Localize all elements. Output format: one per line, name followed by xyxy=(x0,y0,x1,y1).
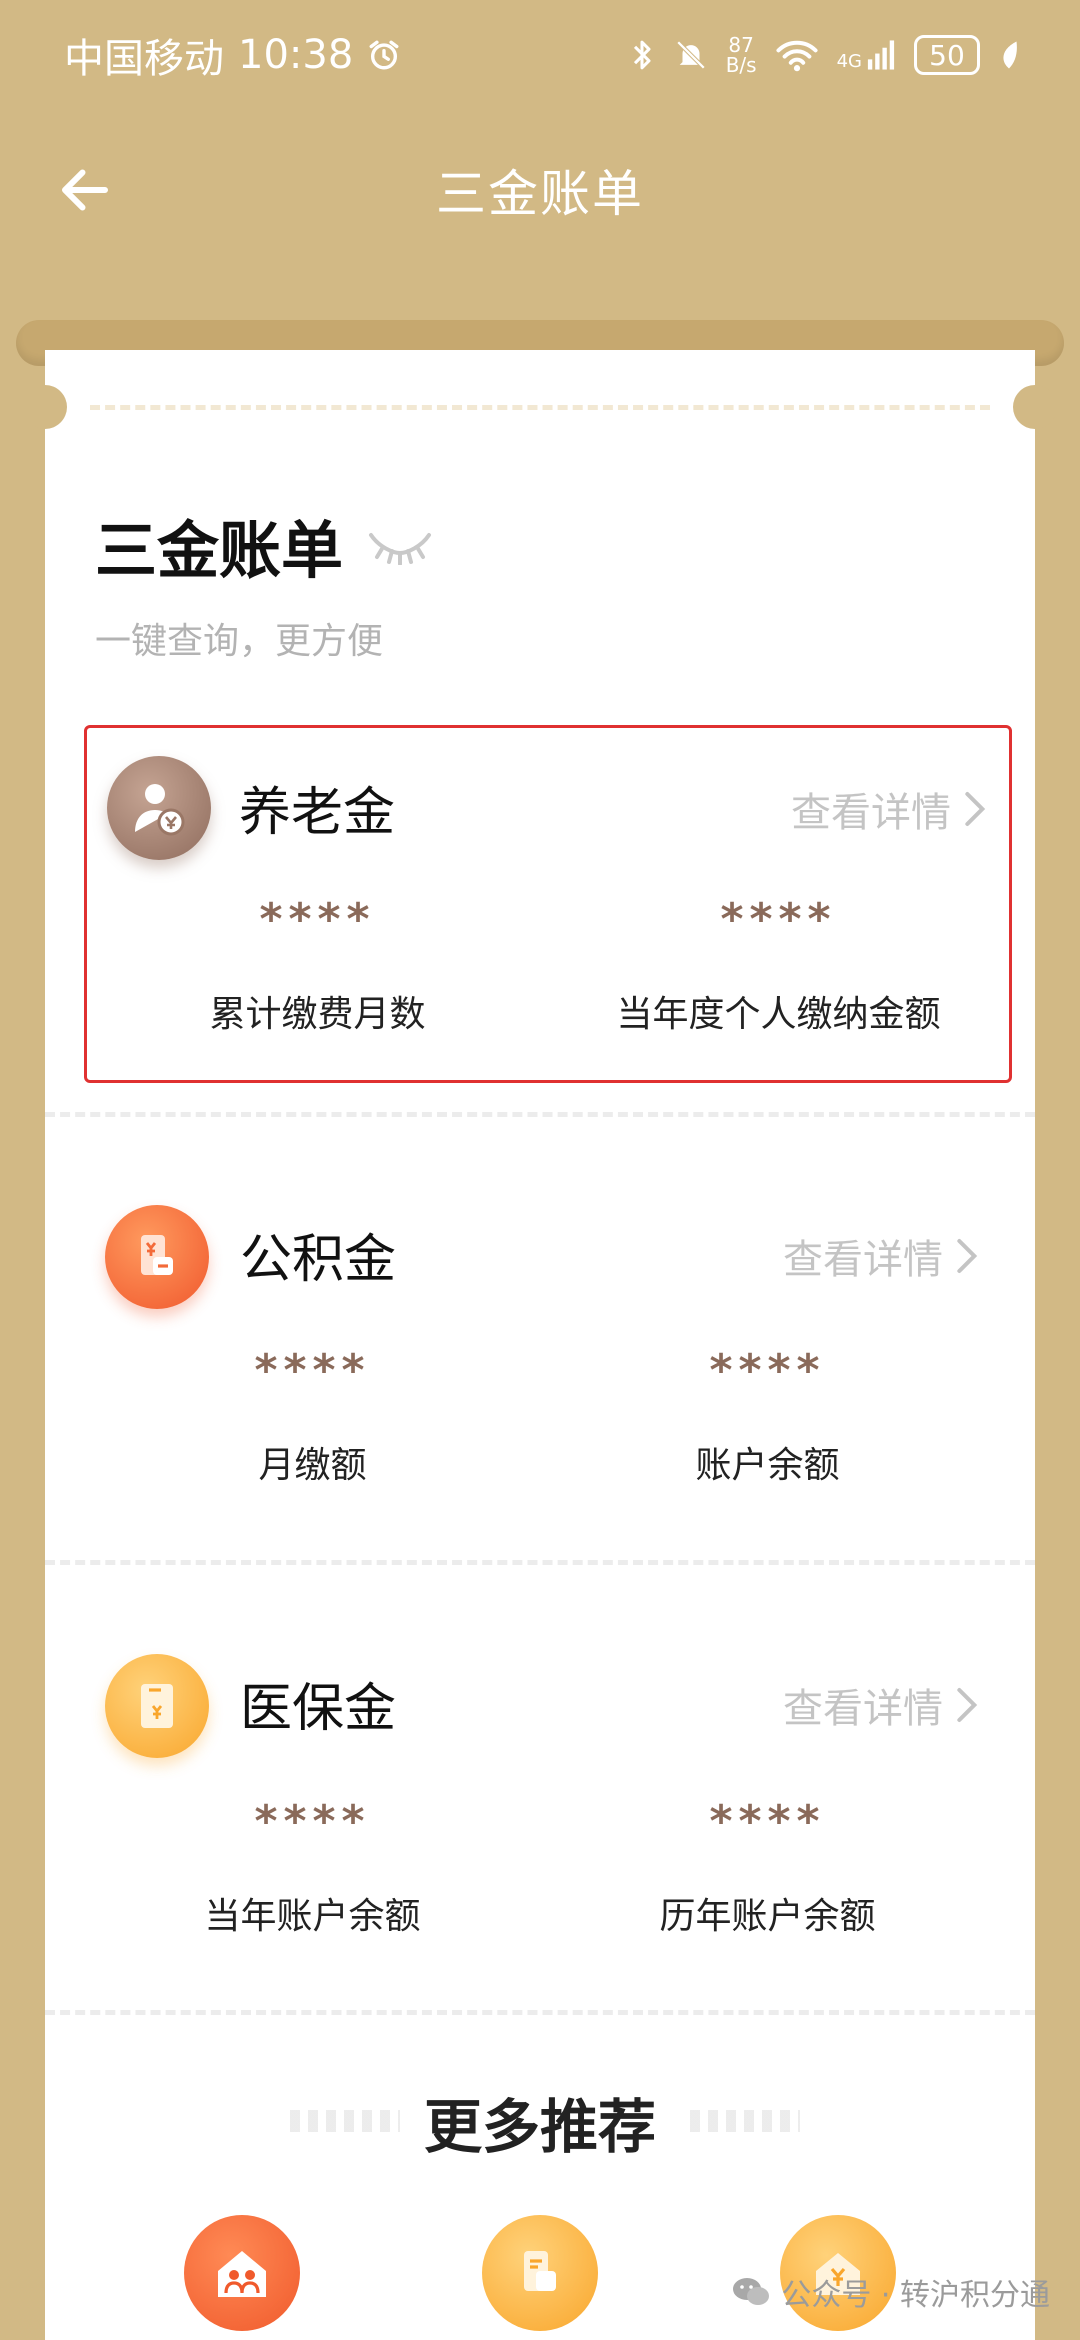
alarm-icon xyxy=(369,40,399,70)
housing-fund-balance-value: **** xyxy=(709,1345,826,1396)
medical-insurance-detail-label: 查看详情 xyxy=(783,1686,943,1732)
net-speed-value: 87 xyxy=(728,33,754,57)
medical-insurance-icon xyxy=(105,1654,209,1758)
status-right: 87 B/s 4G 50 xyxy=(628,35,1020,75)
watermark: 公众号 · 转沪积分通 xyxy=(731,2270,1050,2314)
pension-values: **** 累计缴费月数 **** 当年度个人缴纳金额 xyxy=(87,894,1009,1037)
battery-level: 50 xyxy=(929,38,965,72)
carrier-name: 中国移动 xyxy=(64,36,224,82)
wechat-icon xyxy=(733,2278,770,2305)
housing-fund-balance-label: 账户余额 xyxy=(695,1445,840,1486)
housing-fund-detail-label: 查看详情 xyxy=(783,1237,943,1283)
card-notch-left xyxy=(23,385,67,429)
medical-left-col: **** 当年账户余额 xyxy=(45,1796,540,1939)
status-bar: 中国移动 10:38 87 B/s 4G 50 xyxy=(0,0,1080,110)
more-recommend-title: 更多推荐 xyxy=(423,2093,656,2161)
medical-insurance-detail-link[interactable]: 查看详情 xyxy=(783,1676,981,1734)
clock-time: 10:38 xyxy=(238,32,354,78)
medical-insurance-section[interactable]: 医保金 查看详情 **** 当年账户余额 **** 历年账户余额 xyxy=(45,1624,1035,2024)
watermark-text: 公众号 · 转沪积分通 xyxy=(781,2278,1050,2313)
page-title: 三金账单 xyxy=(436,165,644,223)
housing-fund-detail-link[interactable]: 查看详情 xyxy=(783,1227,981,1285)
housing-fund-left-col: **** 月缴额 xyxy=(45,1345,540,1488)
housing-fund-title: 公积金 xyxy=(240,1230,397,1290)
battery-indicator: 50 xyxy=(914,35,980,75)
network-speed: 87 B/s xyxy=(726,35,757,75)
medical-insurance-title: 医保金 xyxy=(240,1679,397,1739)
housing-fund-section[interactable]: 公积金 查看详情 **** 月缴额 **** 账户余额 xyxy=(45,1175,1035,1575)
navigation-bar: 三金账单 xyxy=(0,110,1080,270)
pension-amount-label: 当年度个人缴纳金额 xyxy=(616,994,941,1035)
pension-title: 养老金 xyxy=(239,783,396,843)
family-home-icon[interactable] xyxy=(184,2215,300,2331)
document-icon[interactable] xyxy=(482,2215,598,2331)
status-left: 中国移动 10:38 xyxy=(64,26,401,84)
net-speed-unit: B/s xyxy=(725,53,757,77)
signal-bars-icon xyxy=(867,40,895,70)
pension-months-value: **** xyxy=(259,894,376,945)
housing-fund-monthly-value: **** xyxy=(254,1345,371,1396)
pension-months-label: 累计缴费月数 xyxy=(209,994,426,1035)
mute-bell-icon xyxy=(676,40,705,70)
pension-section[interactable]: 养老金 查看详情 **** 累计缴费月数 **** 当年度个人缴纳金额 xyxy=(84,725,1012,1083)
section-divider xyxy=(45,1560,1035,1565)
pension-right-col: **** 当年度个人缴纳金额 xyxy=(548,894,1009,1037)
network-type: 4G xyxy=(836,51,862,72)
housing-fund-right-col: **** 账户余额 xyxy=(540,1345,1035,1488)
app-screen: 中国移动 10:38 87 B/s 4G 50 三金账单 三金账单 一键查询，更… xyxy=(0,0,1080,2340)
chevron-right-icon xyxy=(965,792,986,826)
medical-current-balance-label: 当年账户余额 xyxy=(204,1896,421,1937)
card-header: 三金账单 xyxy=(95,500,435,590)
pension-left-col: **** 累计缴费月数 xyxy=(87,894,548,1037)
medical-current-balance-value: **** xyxy=(254,1796,371,1847)
pension-detail-link[interactable]: 查看详情 xyxy=(791,780,989,838)
pension-amount-value: **** xyxy=(720,894,837,945)
wifi-icon xyxy=(776,40,818,72)
housing-fund-icon xyxy=(105,1205,209,1309)
cell-signal: 4G xyxy=(837,39,896,71)
housing-fund-monthly-label: 月缴额 xyxy=(258,1445,367,1486)
housing-fund-values: **** 月缴额 **** 账户余额 xyxy=(45,1345,1035,1488)
back-arrow-icon[interactable] xyxy=(55,160,115,220)
pension-detail-label: 查看详情 xyxy=(791,790,951,836)
medical-history-balance-value: **** xyxy=(709,1796,826,1847)
pension-icon xyxy=(107,756,211,860)
card-title: 三金账单 xyxy=(95,514,344,587)
card-notch-right xyxy=(1013,385,1057,429)
card-top-divider xyxy=(90,405,990,410)
section-divider xyxy=(45,2010,1035,2015)
bluetooth-icon xyxy=(633,40,651,70)
chevron-right-icon xyxy=(957,1688,978,1722)
card-subtitle: 一键查询，更方便 xyxy=(95,621,384,662)
leaf-icon xyxy=(1003,41,1017,69)
section-divider xyxy=(45,1112,1035,1117)
chevron-right-icon xyxy=(957,1239,978,1273)
medical-insurance-values: **** 当年账户余额 **** 历年账户余额 xyxy=(45,1796,1035,1939)
medical-right-col: **** 历年账户余额 xyxy=(540,1796,1035,1939)
medical-history-balance-label: 历年账户余额 xyxy=(659,1896,876,1937)
eye-closed-icon[interactable] xyxy=(365,525,435,565)
